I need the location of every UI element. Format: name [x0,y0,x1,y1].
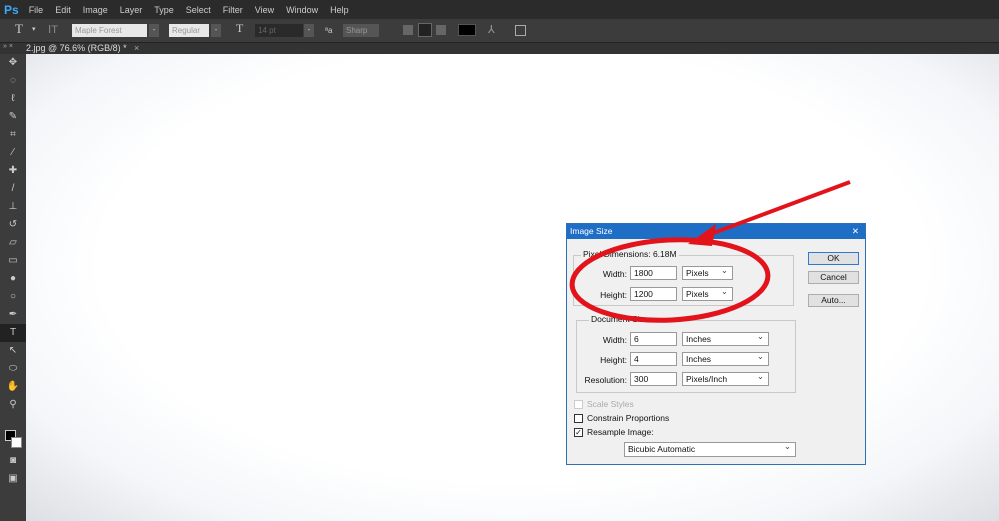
pixel-dimensions-value: 6.18M [653,249,677,259]
screen-mode-icon[interactable]: ▣ [0,470,26,488]
gradient-tool-icon[interactable]: ▭ [0,252,26,270]
resolution-label: Resolution: [572,375,627,385]
constrain-proportions-label: Constrain Proportions [587,413,669,423]
doc-height-unit-select[interactable]: Inches [682,352,769,366]
pixel-height-label: Height: [587,290,627,300]
align-left-icon[interactable] [403,25,413,35]
cancel-button[interactable]: Cancel [808,271,859,284]
dodge-tool-icon[interactable]: ○ [0,288,26,306]
collapse-panels-icon[interactable]: » × [3,43,13,50]
options-bar: T ▾ ⅠT Maple Forest - Regular - T 14 pt … [0,19,999,43]
zoom-tool-icon[interactable]: ⚲ [0,396,26,414]
pen-tool-icon[interactable]: ✒ [0,306,26,324]
doc-width-input[interactable]: 6 [630,332,677,346]
eraser-tool-icon[interactable]: ▱ [0,234,26,252]
antialias-icon: ªa [325,26,332,35]
resample-image-label: Resample Image: [587,427,654,437]
clone-stamp-tool-icon[interactable]: ⊥ [0,198,26,216]
hand-tool-icon[interactable]: ✋ [0,378,26,396]
doc-height-label: Height: [577,355,627,365]
quick-select-tool-icon[interactable]: ✎ [0,108,26,126]
crop-tool-icon[interactable]: ⌗ [0,126,26,144]
pixel-dimensions-label: Pixel Dimensions: 6.18M [581,249,679,259]
resolution-input[interactable]: 300 [630,372,677,386]
type-tool-icon[interactable]: T [15,21,23,37]
resample-method-select[interactable]: Bicubic Automatic [624,442,796,457]
shape-tool-icon[interactable]: ⬭ [0,360,26,378]
menu-bar: Ps File Edit Image Layer Type Select Fil… [0,0,999,19]
dialog-titlebar: Image Size ✕ [567,224,865,239]
ok-button[interactable]: OK [808,252,859,265]
antialias-select[interactable]: Sharp [343,24,379,37]
menu-file[interactable]: File [29,5,44,15]
document-size-label: Document Size: [589,314,653,324]
document-tab[interactable]: 2.jpg @ 76.6% (RGB/8) * [26,43,127,53]
menu-help[interactable]: Help [330,5,349,15]
blur-tool-icon[interactable]: ● [0,270,26,288]
pixel-width-input[interactable]: 1800 [630,266,677,280]
pixel-width-label: Width: [587,269,627,279]
scale-styles-checkbox[interactable] [574,400,583,409]
healing-brush-tool-icon[interactable]: ✚ [0,162,26,180]
tools-panel: ✥ ◌ ℓ ✎ ⌗ ⁄ ✚ / ⊥ ↺ ▱ ▭ ● ○ ✒ T ↖ ⬭ ✋ ⚲ … [0,54,26,521]
orientation-toggle-icon[interactable]: ⅠT [48,23,58,36]
path-selection-tool-icon[interactable]: ↖ [0,342,26,360]
menu-view[interactable]: View [255,5,274,15]
align-right-icon[interactable] [436,25,446,35]
auto-button[interactable]: Auto... [808,294,859,307]
type-tool-icon[interactable]: T [0,324,26,342]
menu-filter[interactable]: Filter [223,5,243,15]
font-style-dropdown[interactable]: - [211,24,221,37]
quick-mask-icon[interactable]: ◙ [0,452,26,470]
background-color-swatch[interactable] [11,437,22,448]
document-tab-bar: » × 2.jpg @ 76.6% (RGB/8) * × [0,43,999,54]
brush-tool-icon[interactable]: / [0,180,26,198]
font-style-input[interactable]: Regular [169,24,209,37]
pixel-height-input[interactable]: 1200 [630,287,677,301]
close-icon[interactable]: ✕ [852,224,859,239]
move-tool-icon[interactable]: ✥ [0,54,26,72]
scale-styles-label: Scale Styles [587,399,634,409]
lasso-tool-icon[interactable]: ℓ [0,90,26,108]
doc-width-label: Width: [577,335,627,345]
font-size-icon: T [236,21,243,36]
dialog-title: Image Size [570,226,613,236]
menu-window[interactable]: Window [286,5,318,15]
constrain-proportions-checkbox[interactable] [574,414,583,423]
font-size-input[interactable]: 14 pt [255,24,303,37]
font-family-dropdown[interactable]: - [149,24,159,37]
marquee-tool-icon[interactable]: ◌ [0,72,26,90]
eyedropper-tool-icon[interactable]: ⁄ [0,144,26,162]
history-brush-tool-icon[interactable]: ↺ [0,216,26,234]
font-family-input[interactable]: Maple Forest [72,24,147,37]
pixel-width-unit-select[interactable]: Pixels [682,266,733,280]
menu-layer[interactable]: Layer [120,5,143,15]
pixel-height-unit-select[interactable]: Pixels [682,287,733,301]
menu-type[interactable]: Type [154,5,174,15]
character-panel-icon[interactable] [515,25,526,36]
warp-text-icon[interactable]: ⅄ [488,23,495,36]
font-size-dropdown[interactable]: - [304,24,314,37]
menu-image[interactable]: Image [83,5,108,15]
resolution-unit-select[interactable]: Pixels/Inch [682,372,769,386]
menu-select[interactable]: Select [186,5,211,15]
menu-edit[interactable]: Edit [55,5,71,15]
resample-image-checkbox[interactable]: ✓ [574,428,583,437]
doc-height-input[interactable]: 4 [630,352,677,366]
tab-close-icon[interactable]: × [134,43,139,53]
image-size-dialog: Image Size ✕ Pixel Dimensions: 6.18M Widt… [566,223,866,465]
align-center-icon[interactable] [418,23,432,37]
doc-width-unit-select[interactable]: Inches [682,332,769,346]
photoshop-logo: Ps [4,3,19,17]
text-color-swatch[interactable] [458,24,476,36]
tool-preset-dropdown-icon[interactable]: ▾ [32,25,36,33]
